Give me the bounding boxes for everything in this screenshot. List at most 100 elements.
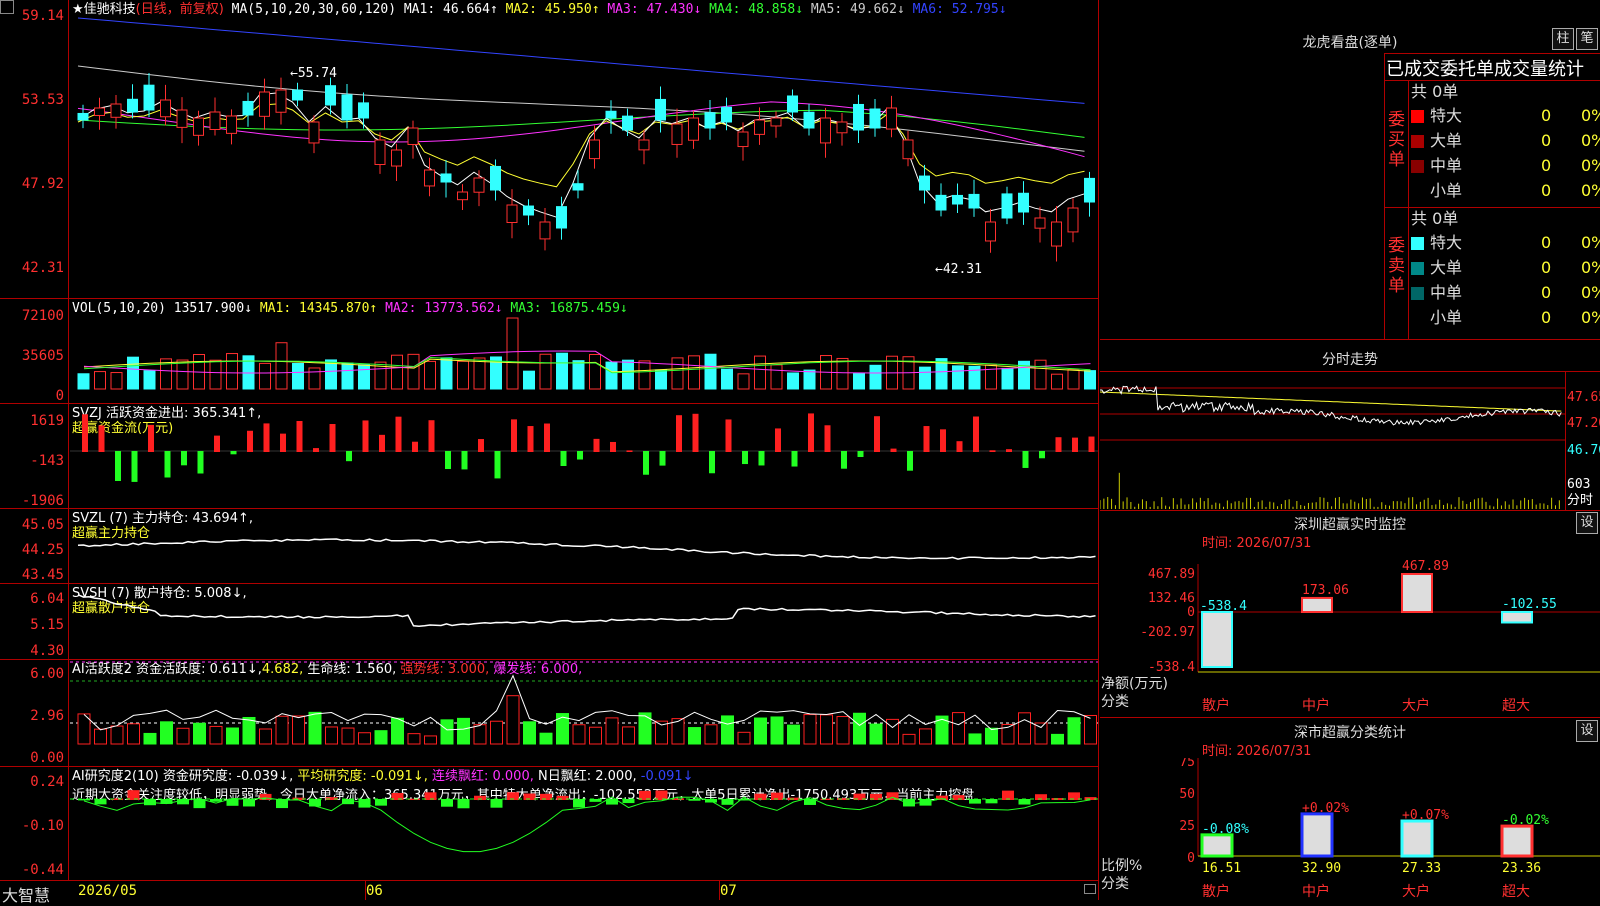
ai1-bar: [374, 730, 388, 745]
intraday-axis-mid: 47.20: [1567, 416, 1600, 431]
order-row-中单: 中单 0 0%: [1411, 154, 1600, 178]
svzj-bar: [857, 451, 864, 458]
svzj-bar: [692, 413, 699, 452]
ai1-bar: [143, 732, 157, 745]
svsh-chart[interactable]: [70, 584, 1098, 659]
ai1-bar: [605, 717, 619, 745]
order-row-percent: 0%: [1581, 308, 1600, 327]
svzj-bar: [428, 420, 435, 452]
vol-axis-tick-0: 72100: [21, 308, 64, 324]
candle-body: [919, 175, 930, 191]
order-row-percent: 0%: [1581, 283, 1600, 302]
stat-chart[interactable]: 75 50 25 0 -0.08% 16.51 +0.02% 32.90 +0.07% 27.33…: [1100, 758, 1600, 900]
svzj-bar: [907, 451, 913, 471]
svzj-bar: [181, 451, 187, 466]
candle-body: [853, 103, 864, 131]
volume-bar: [94, 371, 106, 390]
order-row-count: 0: [1541, 131, 1552, 150]
order-row-label: 大单: [1430, 258, 1463, 277]
monitor-axis-tick: -538.4: [1148, 660, 1195, 675]
stat-cat-label: 大户: [1402, 883, 1430, 900]
volume-bar: [110, 372, 123, 390]
svzj-bar: [280, 433, 286, 452]
svzj-bar: [775, 428, 781, 452]
ai1-axis-tick-0: 6.00: [30, 666, 64, 682]
candle-body: [193, 117, 204, 136]
chart-right-divider: [1098, 0, 1099, 900]
svzj-chart[interactable]: [70, 404, 1098, 508]
lock-icon[interactable]: [1084, 884, 1096, 894]
candle-body: [1034, 217, 1046, 229]
legend-square-icon: [1411, 110, 1424, 123]
ai1-axis-tick-2: 0.00: [30, 750, 64, 766]
stat-bar-超大: [1500, 824, 1534, 858]
ai1-bar: [985, 727, 998, 745]
ai1-bar: [94, 728, 107, 745]
order-row-中单: 中单 0 0%: [1411, 281, 1600, 305]
volume-chart[interactable]: [70, 299, 1098, 403]
intraday-axis-line: [1565, 371, 1566, 511]
ai1-bar: [638, 712, 652, 745]
volume-bar: [572, 360, 585, 390]
stat-bar-散户: [1200, 833, 1234, 858]
candle-body: [787, 95, 798, 113]
ai2-bar: [375, 799, 387, 806]
ai1-bar: [952, 712, 965, 745]
svzj-bar: [544, 423, 550, 452]
svzj-bar: [626, 450, 633, 452]
monitor-chart[interactable]: 467.89 132.460 -202.97 -538.4 -538.4 173.06 46…: [1100, 554, 1600, 714]
order-stat-tabs[interactable]: 已成交委托单成交量统计: [1386, 55, 1584, 81]
lhb-title: 龙虎看盘(逐单): [1302, 35, 1398, 51]
stat-settings-button[interactable]: 设: [1576, 720, 1598, 742]
volume-bar: [209, 359, 222, 390]
svzj-bar: [676, 415, 682, 452]
svzj-bar: [610, 441, 616, 452]
volume-bar: [1051, 373, 1063, 390]
volume-bar: [737, 373, 750, 390]
date-label-1: 2026/05: [78, 883, 138, 899]
candle-body: [556, 206, 567, 229]
monitor-settings-button[interactable]: 设: [1576, 512, 1598, 534]
ai1-chart[interactable]: [70, 660, 1098, 766]
svzj-bar: [412, 441, 418, 452]
monitor-bar-散户: [1201, 611, 1233, 668]
volume-bar: [869, 364, 882, 390]
candle-body: [869, 108, 881, 129]
ai1-bar: [869, 723, 883, 745]
brand-logo[interactable]: 大智慧: [2, 882, 50, 906]
svzj-bar: [940, 429, 946, 452]
order-left-border: [1384, 53, 1385, 339]
svzj-bar: [659, 451, 666, 466]
stat-change: +0.02%: [1302, 801, 1349, 816]
intraday-axis-high: 47.65: [1567, 390, 1600, 405]
tick-view-button[interactable]: 笔: [1576, 28, 1598, 50]
svzl-line: [77, 538, 1096, 560]
monitor-value: 467.89: [1402, 559, 1449, 574]
volume-bar: [952, 365, 964, 390]
svzj-axis-tick-0: 1619: [30, 413, 64, 429]
svzj-bar: [824, 425, 831, 452]
volume-bar: [292, 362, 304, 390]
monitor-time: 时间: 2026/07/31: [1202, 536, 1312, 551]
ai2-bar: [1018, 799, 1031, 805]
candle-body: [242, 100, 254, 116]
svzl-chart[interactable]: [70, 509, 1098, 583]
volume-bar: [176, 359, 189, 390]
ai1-bar: [275, 715, 289, 745]
ai2-chart[interactable]: [70, 767, 1098, 880]
candle-body: [473, 177, 485, 193]
order-row-count: 0: [1541, 181, 1552, 200]
order-row-count: 0: [1541, 106, 1552, 125]
ai1-bar: [539, 732, 553, 745]
volume-bar: [605, 361, 618, 390]
volume-bar: [671, 357, 684, 390]
order-row-label: 中单: [1430, 283, 1463, 302]
ma-line-6: [77, 92, 1085, 218]
price-chart[interactable]: [70, 0, 1098, 298]
bar-view-button[interactable]: 柱: [1552, 28, 1574, 50]
legend-square-icon: [1411, 135, 1424, 148]
candle-body: [407, 127, 419, 145]
svzj-bar: [247, 430, 253, 452]
order-row-小单: 小单 0 0%: [1411, 306, 1600, 330]
intraday-chart[interactable]: [1100, 372, 1565, 510]
